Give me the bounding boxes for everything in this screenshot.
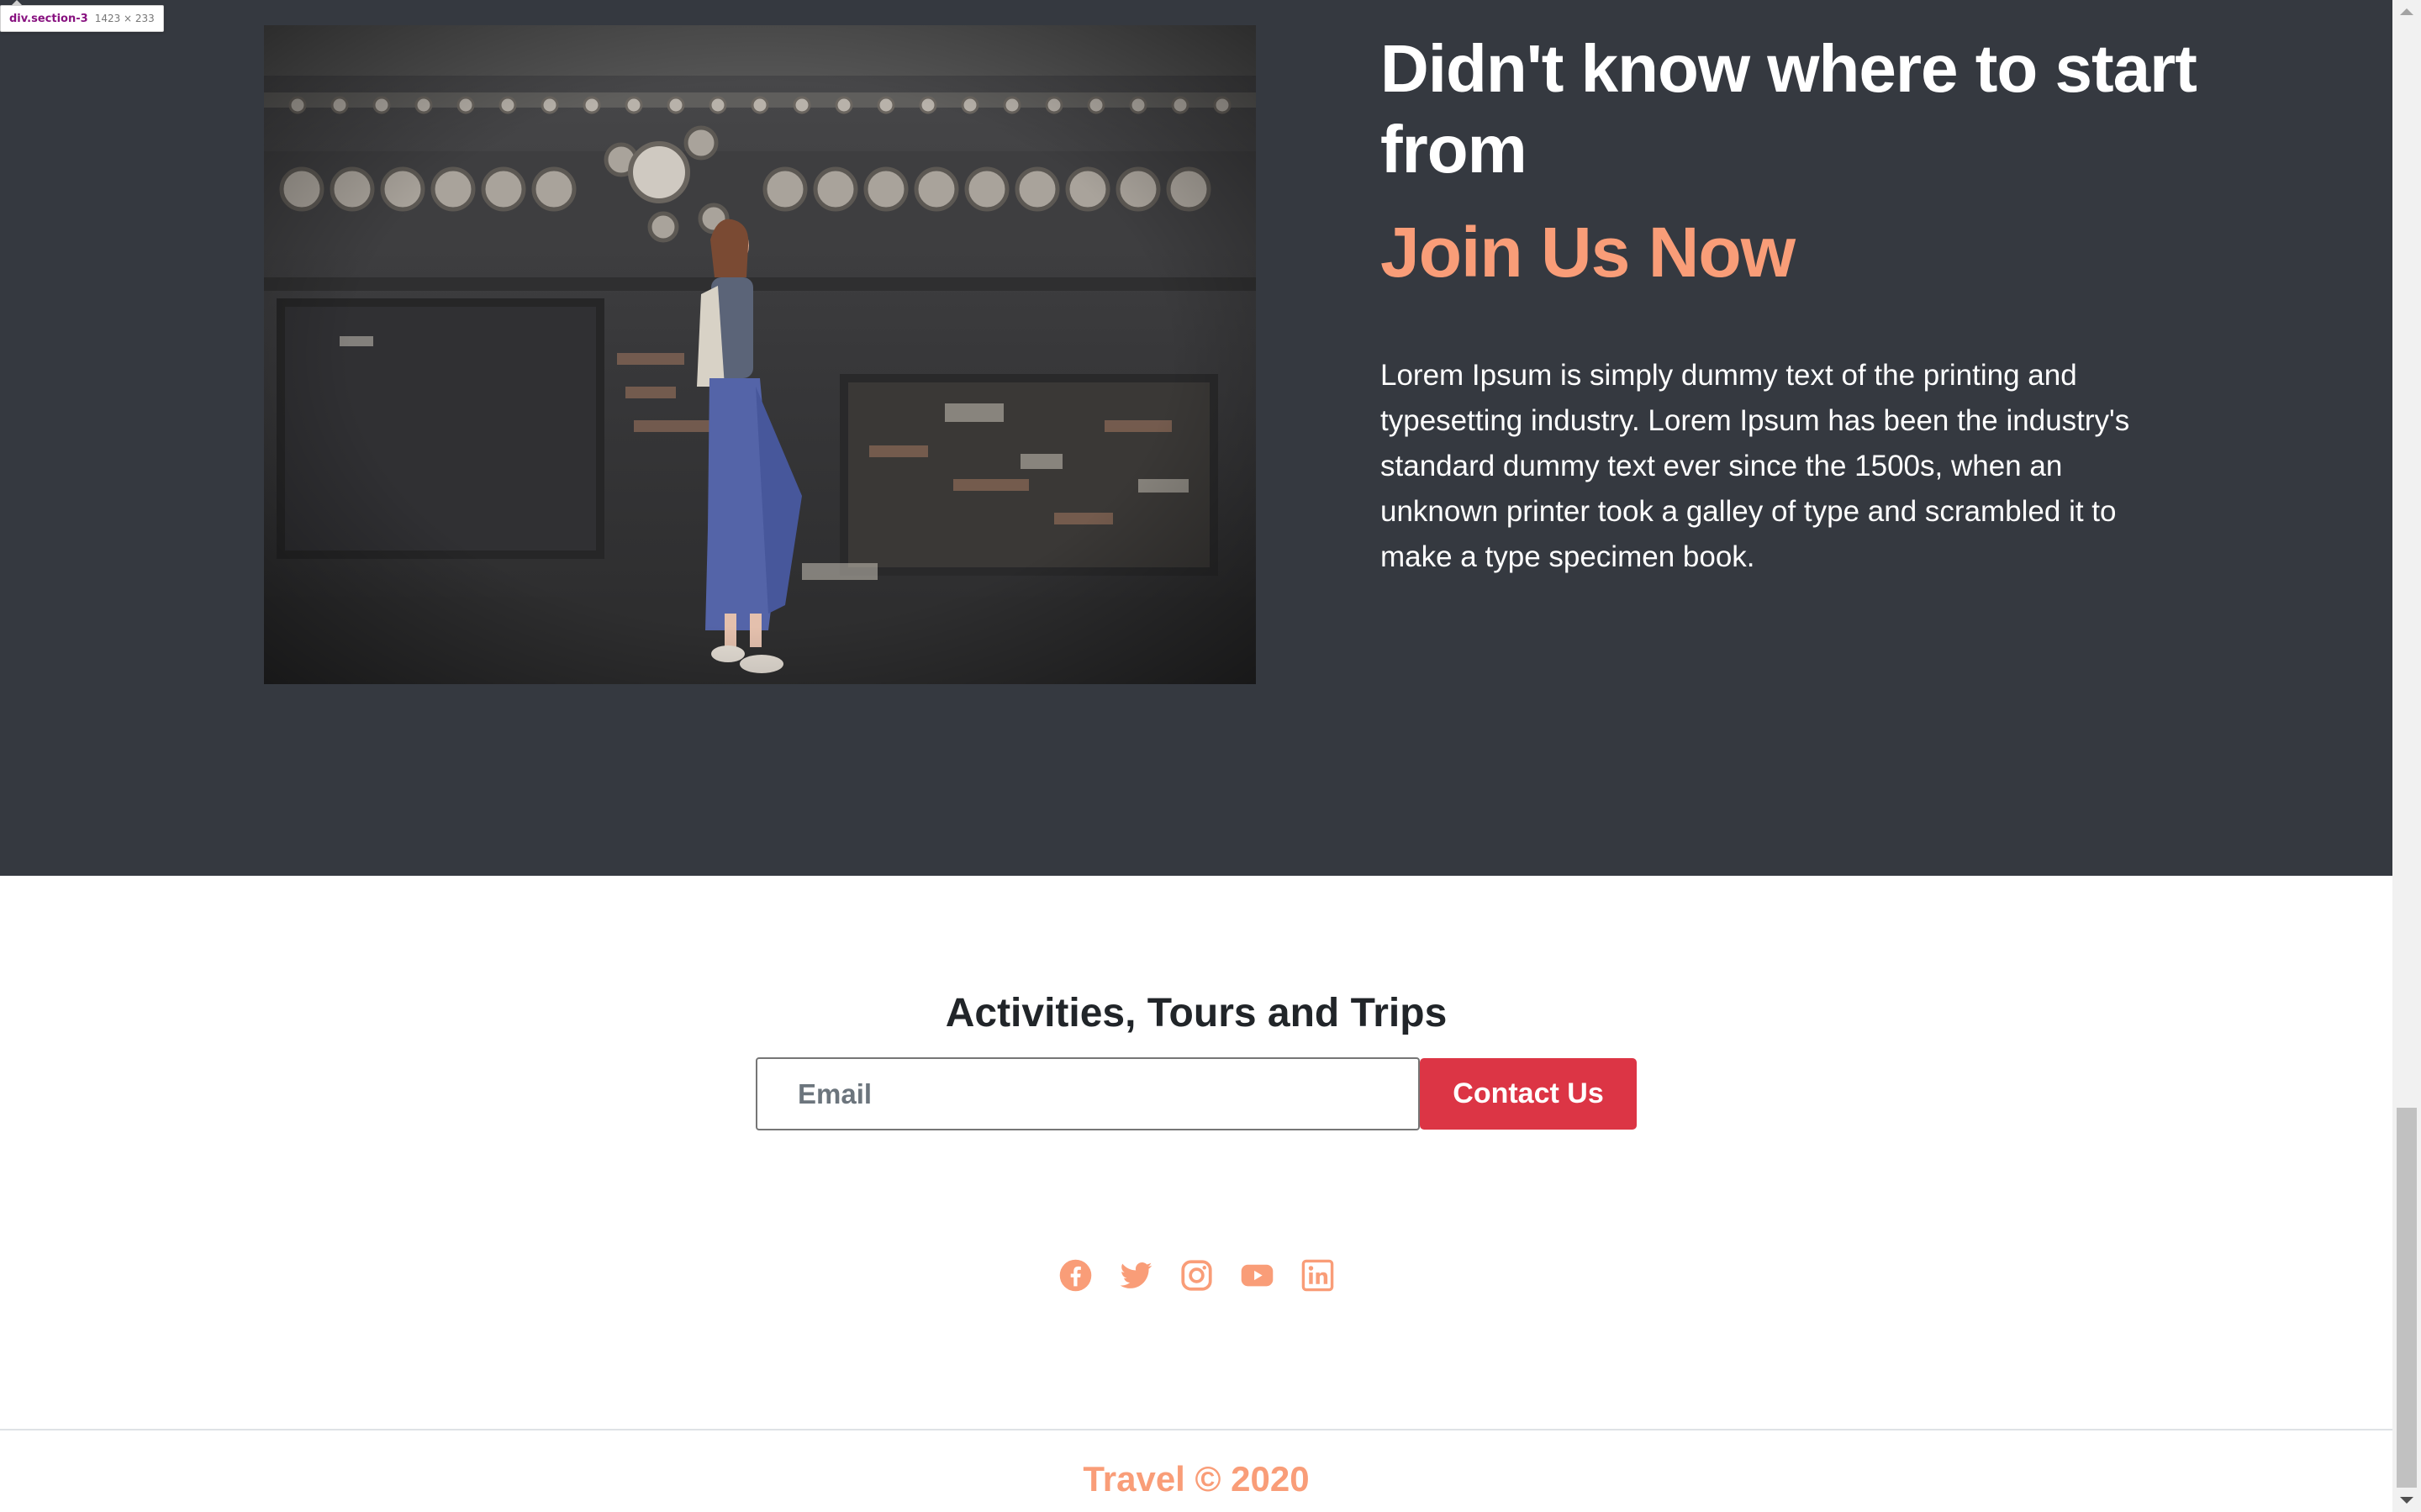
instagram-icon[interactable] <box>1179 1258 1214 1293</box>
twitter-icon[interactable] <box>1119 1258 1153 1293</box>
inspector-dimensions: 1423 × 233 <box>94 13 155 24</box>
join-us-section: Didn't know where to start from Join Us … <box>0 0 2392 876</box>
join-us-heading: Join Us Now <box>1380 213 1796 292</box>
page-scrollbar[interactable] <box>2392 0 2421 1512</box>
email-input[interactable] <box>756 1057 1420 1130</box>
scroll-up-arrow-icon[interactable] <box>2400 8 2413 15</box>
devtools-inspector-tooltip: div.section-3 1423 × 233 <box>0 0 164 32</box>
scroll-thumb[interactable] <box>2397 1108 2417 1488</box>
inspector-tag: div.section-3 <box>9 12 88 25</box>
hero-title: Didn't know where to start from <box>1380 31 2197 187</box>
contact-us-button[interactable]: Contact Us <box>1420 1058 1637 1130</box>
hero-photo <box>264 25 1256 684</box>
footer-copyright: Travel © 2020 <box>1083 1459 1310 1499</box>
scroll-down-arrow-icon[interactable] <box>2400 1497 2413 1504</box>
linkedin-icon[interactable] <box>1300 1258 1335 1293</box>
subscribe-title: Activities, Tours and Trips <box>945 991 1448 1035</box>
footer-divider <box>0 1429 2392 1430</box>
hero-description: Lorem Ipsum is simply dummy text of the … <box>1380 359 2130 573</box>
youtube-icon[interactable] <box>1240 1258 1274 1293</box>
facebook-icon[interactable] <box>1058 1258 1093 1293</box>
social-links <box>0 1258 2392 1299</box>
